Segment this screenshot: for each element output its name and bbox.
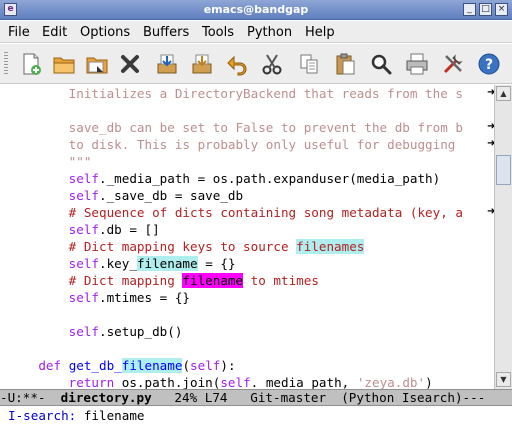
menu-bar: File Edit Options Buffers Tools Python H… — [0, 21, 512, 43]
save-icon[interactable] — [155, 52, 179, 76]
search-match-lazy: filename — [121, 358, 183, 373]
code-line: def get_db_filename(self): — [38, 358, 236, 373]
code-line: # Dict mapping keys to source filenames — [68, 239, 365, 254]
scroll-down-icon[interactable]: ▼ — [496, 372, 511, 387]
code-line: self._save_db = save_db — [68, 188, 244, 203]
menu-options[interactable]: Options — [80, 25, 130, 40]
code-line: self.mtimes = {} — [68, 290, 191, 305]
cut-icon[interactable] — [260, 52, 284, 76]
scrollbar-thumb[interactable] — [496, 155, 511, 185]
close-buffer-icon[interactable] — [118, 52, 142, 76]
menu-help[interactable]: Help — [305, 25, 335, 40]
help-icon[interactable]: ? — [477, 52, 501, 76]
continuation-arrow-icon: ➜ — [487, 87, 494, 98]
menu-buffers[interactable]: Buffers — [143, 25, 189, 40]
menu-python[interactable]: Python — [247, 25, 292, 40]
vertical-scrollbar[interactable]: ▲ ▼ — [494, 85, 512, 389]
modeline-info: 24% L74 Git-master (Python Isearch)--- — [151, 390, 486, 405]
svg-text:?: ? — [485, 57, 493, 73]
buffer-name[interactable]: directory.py — [61, 390, 152, 405]
menu-file[interactable]: File — [8, 25, 30, 40]
minimize-button[interactable]: _ — [463, 3, 476, 16]
continuation-arrow-icon: ➜ — [487, 138, 494, 149]
mode-line: -U:**- directory.py 24% L74 Git-master (… — [0, 389, 512, 406]
search-match-current: filename — [182, 273, 244, 288]
copy-icon[interactable] — [297, 52, 321, 76]
modeline-status: -U:**- — [0, 390, 61, 405]
editor-buffer[interactable]: Initializes a DirectoryBackend that read… — [0, 85, 494, 389]
code-line: """ — [68, 154, 92, 169]
code-line: self.db = [] — [68, 222, 160, 237]
search-icon[interactable] — [369, 52, 393, 76]
open-folder-icon[interactable] — [52, 52, 76, 76]
save-as-icon[interactable] — [190, 52, 214, 76]
preferences-icon[interactable] — [441, 52, 465, 76]
code-line: return os.path.join(self._media_path, 'z… — [68, 375, 433, 389]
code-line: save_db can be set to False to prevent t… — [68, 120, 463, 135]
search-match-lazy: filename — [136, 256, 198, 271]
minibuffer[interactable]: I-search: filename — [0, 406, 512, 428]
undo-icon[interactable] — [225, 52, 249, 76]
code-line: self._media_path = os.path.expanduser(me… — [68, 171, 441, 186]
toolbar: ? — [0, 44, 512, 84]
continuation-arrow-icon: ➜ — [487, 121, 494, 132]
toolbar-grip[interactable] — [4, 52, 8, 76]
window-title: emacs@bandgap — [203, 3, 309, 16]
menu-edit[interactable]: Edit — [42, 25, 67, 40]
code-line: # Dict mapping filename to mtimes — [68, 273, 319, 288]
close-window-button[interactable]: × — [495, 3, 508, 16]
code-line: # Sequence of dicts containing song meta… — [68, 205, 463, 220]
code-line: self.setup_db() — [68, 324, 183, 339]
scroll-up-icon[interactable]: ▲ — [496, 86, 511, 101]
code-line: self.key_filename = {} — [68, 256, 236, 271]
paste-icon[interactable] — [333, 52, 357, 76]
code-line: to disk. This is probably only useful fo… — [68, 137, 463, 152]
maximize-button[interactable]: □ — [479, 3, 492, 16]
open-directory-icon[interactable] — [85, 52, 109, 76]
new-file-icon[interactable] — [19, 52, 43, 76]
code-line: Initializes a DirectoryBackend that read… — [68, 86, 463, 101]
menu-tools[interactable]: Tools — [202, 25, 234, 40]
isearch-prompt: I-search: — [8, 408, 77, 423]
continuation-arrow-icon: ➜ — [487, 206, 494, 217]
title-bar: e emacs@bandgap _ □ × — [0, 0, 512, 20]
search-match-lazy: filenames — [296, 239, 365, 254]
print-icon[interactable] — [405, 52, 429, 76]
isearch-input[interactable]: filename — [76, 408, 145, 423]
